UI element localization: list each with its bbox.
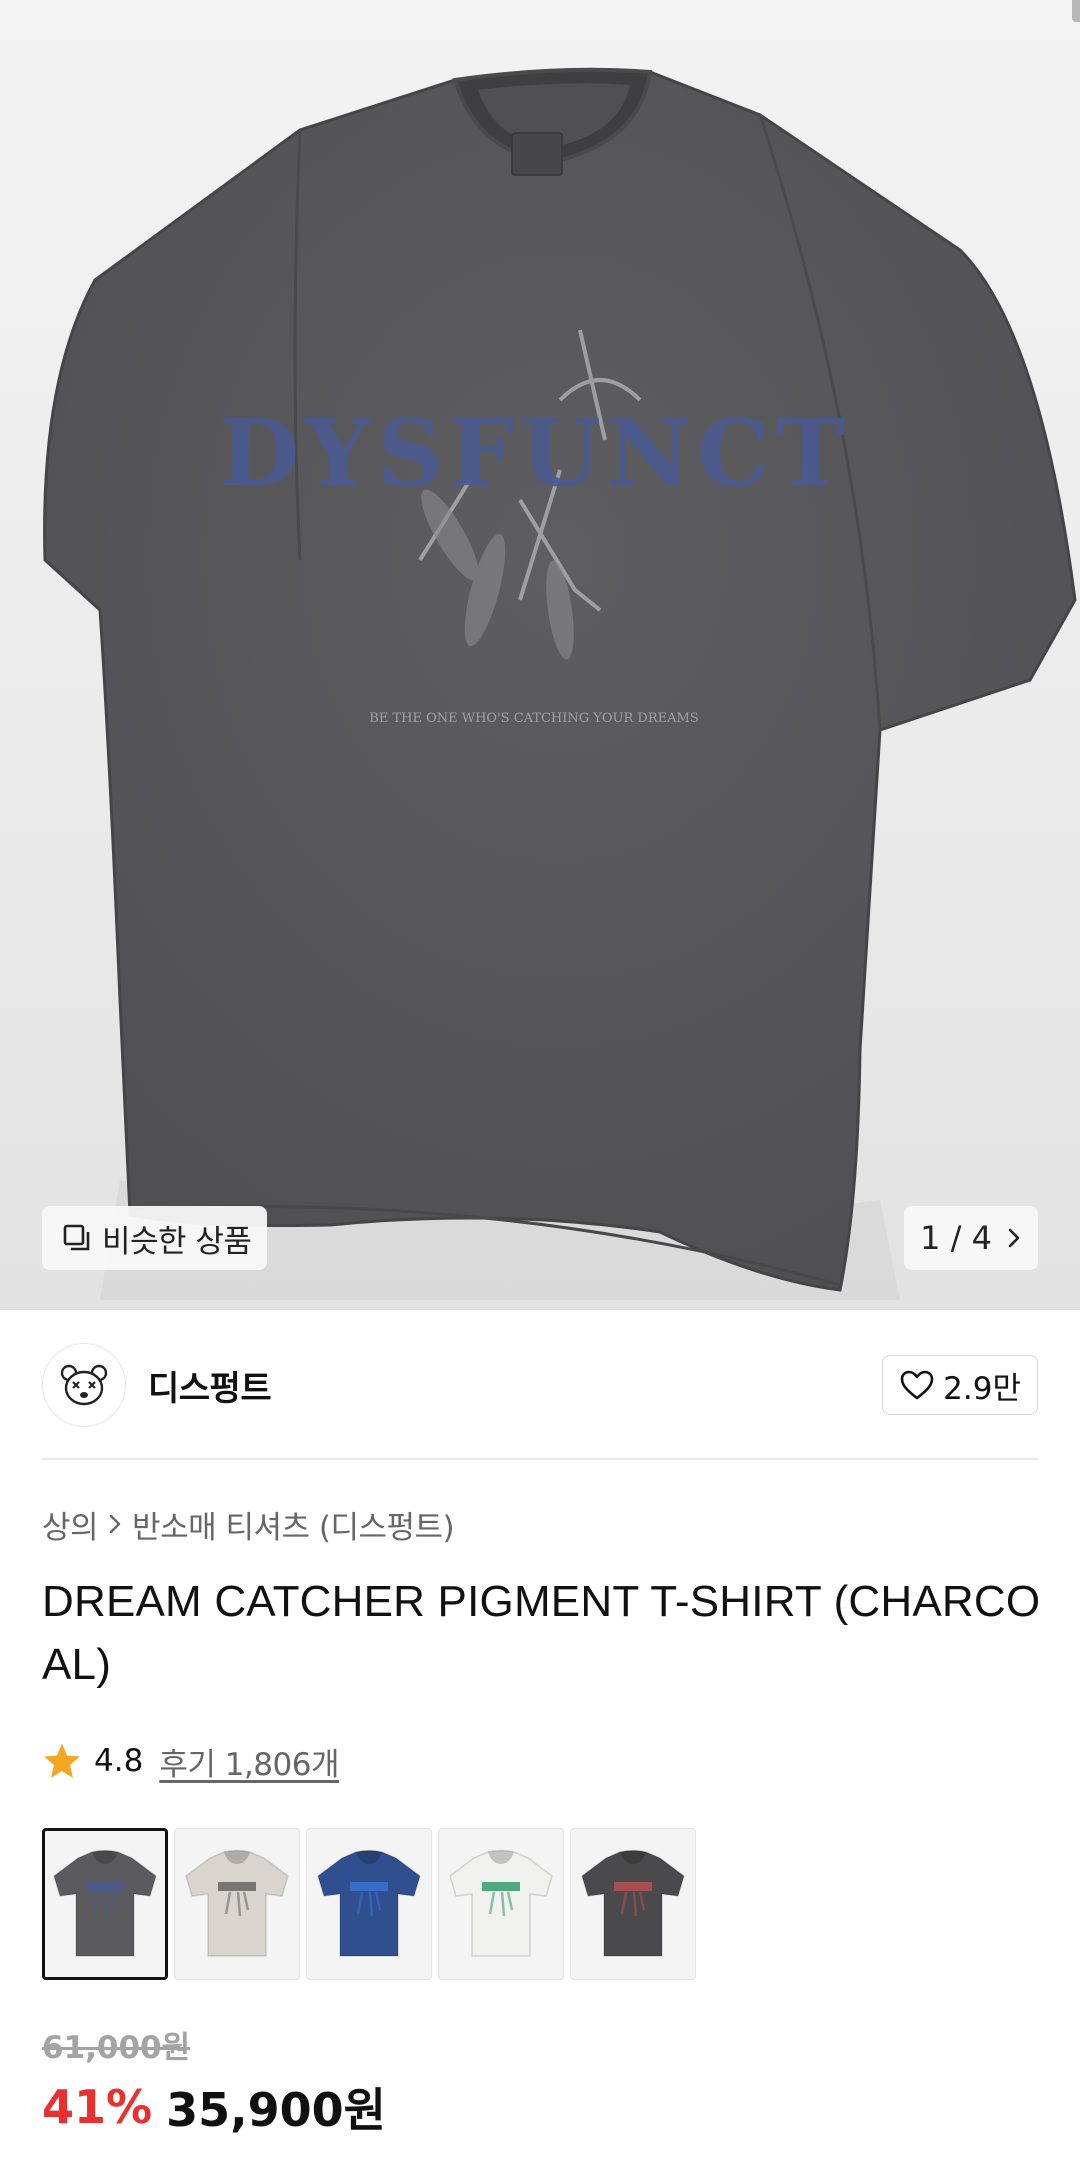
brand-name[interactable]: 디스펑트 [148, 1361, 272, 1410]
similar-items-icon [63, 1224, 90, 1251]
original-price: 61,000원 [42, 2030, 191, 2066]
color-option-navy[interactable] [306, 1828, 432, 1980]
similar-items-label: 비슷한 상품 [102, 1223, 252, 1260]
sale-price: 35,900원 [166, 2083, 386, 2137]
brand-row: 디스펑트 2.9만 [42, 1342, 1038, 1428]
discount-rate: 41% [42, 2080, 153, 2134]
image-pager[interactable]: 1 / 4 [904, 1206, 1038, 1270]
breadcrumb-subcategory[interactable]: 반소매 티셔츠 (디스펑트) [132, 1502, 455, 1547]
color-option-thumbnail [317, 1849, 421, 1957]
color-option-thumbnail [449, 1849, 553, 1957]
product-image: DYSFUNCT BE THE ONE WHO'S CATCHING YOUR … [43, 67, 1077, 1300]
color-option-thumbnail [185, 1849, 289, 1957]
breadcrumb: 상의 반소매 티셔츠 (디스펑트) [42, 1502, 455, 1547]
rating-summary: 4.8 후기 1,806개 [42, 1738, 339, 1784]
bear-logo-icon [60, 1364, 108, 1406]
like-count: 2.9만 [943, 1370, 1021, 1407]
color-option-charcoal[interactable] [42, 1828, 168, 1980]
like-button[interactable]: 2.9만 [882, 1355, 1038, 1415]
reviews-link[interactable]: 후기 1,806개 [159, 1739, 339, 1784]
product-image-carousel[interactable]: DYSFUNCT BE THE ONE WHO'S CATCHING YOUR … [0, 0, 1080, 1310]
heart-icon [900, 1370, 934, 1400]
color-option-dark-gray[interactable] [570, 1828, 696, 1980]
color-option-thumbnail [581, 1849, 685, 1957]
rating-score: 4.8 [94, 1743, 144, 1779]
star-icon [44, 1743, 80, 1778]
color-option-white[interactable] [438, 1828, 564, 1980]
print-slogan-text: BE THE ONE WHO'S CATCHING YOUR DREAMS [369, 711, 698, 726]
divider [42, 1458, 1038, 1460]
chevron-right-icon [1008, 1228, 1020, 1248]
print-logo-text: DYSFUNCT [219, 399, 850, 507]
breadcrumb-category[interactable]: 상의 [42, 1502, 99, 1547]
image-pager-counter: 1 / 4 [920, 1219, 992, 1257]
similar-items-button[interactable]: 비슷한 상품 [42, 1206, 268, 1270]
product-title: DREAM CATCHER PIGMENT T-SHIRT (CHARCOAL) [42, 1577, 1041, 1689]
color-option-thumbnail [53, 1849, 157, 1957]
color-option-beige[interactable] [174, 1828, 300, 1980]
color-options [42, 1828, 696, 1980]
chevron-right-icon [109, 1514, 121, 1534]
price-row: 41% 35,900원 [42, 2072, 386, 2142]
brand-logo[interactable] [42, 1343, 126, 1427]
